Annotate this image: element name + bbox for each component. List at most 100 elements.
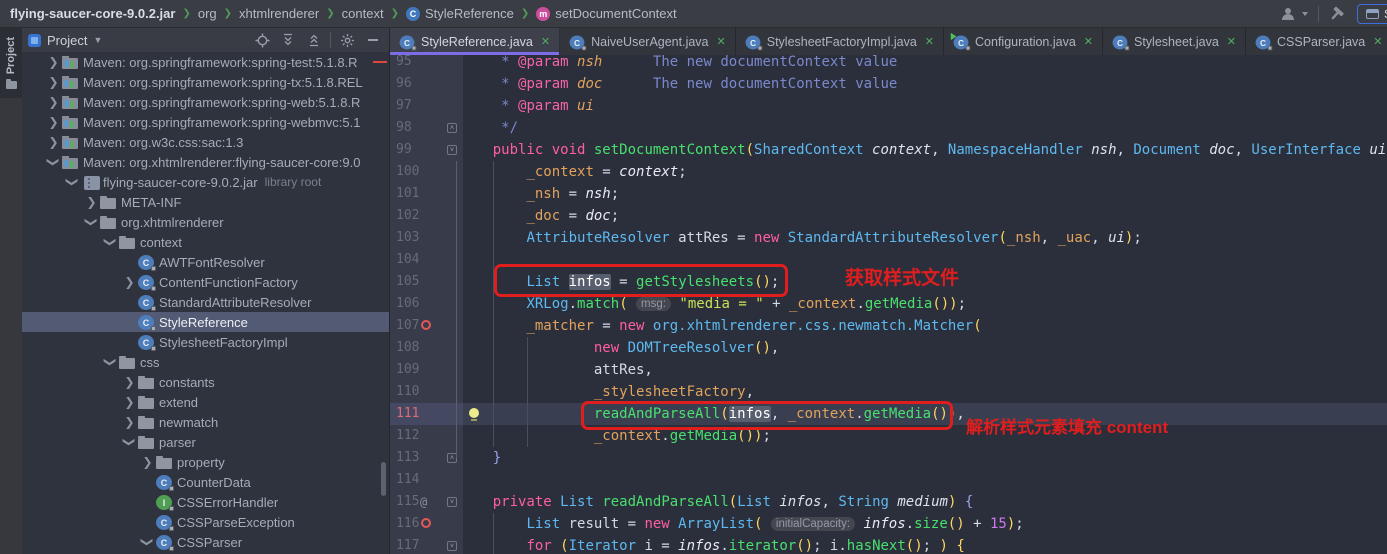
tree-item[interactable]: ICSSErrorHandler xyxy=(22,492,390,512)
tree-item[interactable]: CCounterData xyxy=(22,472,390,492)
code-line[interactable]: 112 _context.getMedia()); xyxy=(390,425,1387,447)
chevron-down-icon[interactable]: ❯ xyxy=(104,354,118,371)
close-icon[interactable]: ✕ xyxy=(1227,35,1236,48)
code-line[interactable]: 100 _context = context; xyxy=(390,161,1387,183)
intention-bulb-icon[interactable] xyxy=(469,408,479,418)
chevron-down-icon[interactable]: ❯ xyxy=(123,434,137,451)
chevron-down-icon[interactable]: ❯ xyxy=(141,534,155,551)
code-line[interactable]: 110 _stylesheetFactory, xyxy=(390,381,1387,403)
code-line[interactable]: 101 _nsh = nsh; xyxy=(390,183,1387,205)
tree-item[interactable]: ❯Maven: org.springframework:spring-webmv… xyxy=(22,112,390,132)
editor-tab[interactable]: CNaiveUserAgent.java✕ xyxy=(560,28,736,55)
breakpoint-icon[interactable] xyxy=(421,518,431,528)
fold-marker-icon[interactable]: ˅ xyxy=(447,541,457,551)
chevron-down-icon[interactable]: ❯ xyxy=(47,154,61,171)
tree-item[interactable]: ❯Maven: org.springframework:spring-web:5… xyxy=(22,92,390,112)
expand-all-button[interactable] xyxy=(278,30,298,50)
close-icon[interactable]: ✕ xyxy=(1373,35,1382,48)
tree-item[interactable]: ❯META-INF xyxy=(22,192,390,212)
close-icon[interactable]: ✕ xyxy=(541,35,550,48)
editor-tab[interactable]: CStyleReference.java✕ xyxy=(390,28,560,55)
code-line[interactable]: 113˄ } xyxy=(390,447,1387,469)
breadcrumb-item[interactable]: xhtmlrenderer xyxy=(239,6,319,21)
settings-gear-icon[interactable] xyxy=(337,30,357,50)
editor-tab[interactable]: CStylesheetFactoryImpl.java✕ xyxy=(736,28,944,55)
tree-item[interactable]: ❯extend xyxy=(22,392,390,412)
chevron-down-icon[interactable]: ❯ xyxy=(104,234,118,251)
tree-item[interactable]: ❯context xyxy=(22,232,390,252)
tree-item[interactable]: ❯org.xhtmlrenderer xyxy=(22,212,390,232)
chevron-right-icon[interactable]: ❯ xyxy=(83,195,100,209)
code-line[interactable]: 107 _matcher = new org.xhtmlrenderer.css… xyxy=(390,315,1387,337)
tree-scrollbar[interactable] xyxy=(381,462,386,496)
code-line[interactable]: 109 attRes, xyxy=(390,359,1387,381)
breadcrumb-item[interactable]: context xyxy=(342,6,384,21)
tree-item[interactable]: ❯flying-saucer-core-9.0.2.jarlibrary roo… xyxy=(22,172,390,192)
chevron-right-icon[interactable]: ❯ xyxy=(45,135,62,149)
code-line[interactable]: 115@˅ private List readAndParseAll(List … xyxy=(390,491,1387,513)
tree-item[interactable]: CStandardAttributeResolver xyxy=(22,292,390,312)
code-line[interactable]: 114 xyxy=(390,469,1387,491)
chevron-down-icon[interactable]: ▼ xyxy=(93,35,102,45)
code-line[interactable]: 108 new DOMTreeResolver(), xyxy=(390,337,1387,359)
tree-item[interactable]: ❯Maven: org.springframework:spring-tx:5.… xyxy=(22,72,390,92)
chevron-right-icon[interactable]: ❯ xyxy=(139,455,156,469)
code-line[interactable]: 97 * @param ui xyxy=(390,95,1387,117)
code-line[interactable]: 96 * @param doc The new documentContext … xyxy=(390,73,1387,95)
chevron-right-icon[interactable]: ❯ xyxy=(121,375,138,389)
chevron-right-icon[interactable]: ❯ xyxy=(121,275,138,289)
editor-tab[interactable]: CStylesheet.java✕ xyxy=(1103,28,1246,55)
breadcrumb-item[interactable]: msetDocumentContext xyxy=(536,6,676,21)
tree-item[interactable]: CCSSParseException xyxy=(22,512,390,532)
code-line[interactable]: 98˄ */ xyxy=(390,117,1387,139)
breakpoint-icon[interactable] xyxy=(421,320,431,330)
chevron-right-icon[interactable]: ❯ xyxy=(45,115,62,129)
tree-item-suffix: library root xyxy=(265,175,322,189)
code-line[interactable]: 99˅ public void setDocumentContext(Share… xyxy=(390,139,1387,161)
tool-window-tab-project[interactable]: Project xyxy=(0,28,22,98)
run-config-button[interactable]: S xyxy=(1357,4,1387,24)
code-line[interactable]: 111 readAndParseAll(infos, _context.getM… xyxy=(390,403,1387,425)
chevron-down-icon[interactable]: ❯ xyxy=(66,174,80,191)
tree-item[interactable]: ❯CContentFunctionFactory xyxy=(22,272,390,292)
tree-item[interactable]: ❯Maven: org.w3c.css:sac:1.3 xyxy=(22,132,390,152)
fold-marker-icon[interactable]: ˅ xyxy=(447,497,457,507)
chevron-right-icon[interactable]: ❯ xyxy=(121,395,138,409)
tree-item[interactable]: ❯newmatch xyxy=(22,412,390,432)
tree-item[interactable]: CAWTFontResolver xyxy=(22,252,390,272)
fold-marker-icon[interactable]: ˅ xyxy=(447,145,457,155)
breadcrumb-item[interactable]: org xyxy=(198,6,217,21)
editor-tab[interactable]: CConfiguration.java✕ xyxy=(944,28,1103,55)
user-profile-icon[interactable] xyxy=(1281,4,1309,24)
code-line[interactable]: 106 XRLog.match( msg: "media = " + _cont… xyxy=(390,293,1387,315)
close-icon[interactable]: ✕ xyxy=(1084,35,1093,48)
tree-item[interactable]: CStyleReference xyxy=(22,312,390,332)
tree-item[interactable]: CStylesheetFactoryImpl xyxy=(22,332,390,352)
breadcrumb-item[interactable]: CStyleReference xyxy=(406,6,514,21)
tree-item[interactable]: ❯constants xyxy=(22,372,390,392)
tree-item[interactable]: ❯property xyxy=(22,452,390,472)
chevron-right-icon[interactable]: ❯ xyxy=(45,95,62,109)
collapse-all-button[interactable] xyxy=(304,30,324,50)
breadcrumb-item[interactable]: flying-saucer-core-9.0.2.jar xyxy=(10,6,175,21)
fold-marker-icon[interactable]: ˄ xyxy=(447,123,457,133)
code-line[interactable]: 103 AttributeResolver attRes = new Stand… xyxy=(390,227,1387,249)
code-line[interactable]: 117˅ for (Iterator i = infos.iterator();… xyxy=(390,535,1387,554)
build-hammer-icon[interactable] xyxy=(1328,4,1348,24)
editor-tab[interactable]: CCSSParser.java✕ xyxy=(1246,28,1387,55)
tree-item[interactable]: ❯css xyxy=(22,352,390,372)
tree-item[interactable]: ❯Maven: org.xhtmlrenderer:flying-saucer-… xyxy=(22,152,390,172)
close-icon[interactable]: ✕ xyxy=(925,35,934,48)
locate-file-button[interactable] xyxy=(252,30,272,50)
code-line[interactable]: 116 List result = new ArrayList( initial… xyxy=(390,513,1387,535)
hide-panel-button[interactable] xyxy=(363,30,383,50)
code-line[interactable]: 102 _doc = doc; xyxy=(390,205,1387,227)
chevron-right-icon[interactable]: ❯ xyxy=(45,75,62,89)
tree-item[interactable]: ❯Maven: org.springframework:spring-test:… xyxy=(22,52,390,72)
tree-item[interactable]: ❯parser xyxy=(22,432,390,452)
close-icon[interactable]: ✕ xyxy=(717,35,726,48)
chevron-right-icon[interactable]: ❯ xyxy=(121,415,138,429)
chevron-right-icon[interactable]: ❯ xyxy=(45,55,62,69)
tree-item[interactable]: ❯CCSSParser xyxy=(22,532,390,552)
chevron-down-icon[interactable]: ❯ xyxy=(85,214,99,231)
